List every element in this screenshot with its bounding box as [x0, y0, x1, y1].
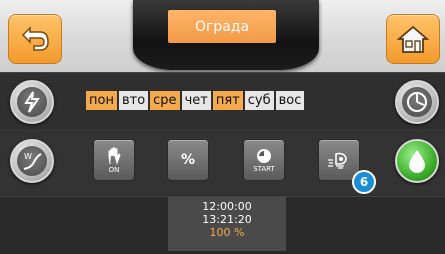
lightning-icon: [24, 91, 40, 113]
day-thu[interactable]: чет: [181, 91, 211, 110]
water-drop-icon: [409, 150, 425, 173]
clock-pie-icon: [407, 92, 427, 112]
home-icon: [396, 25, 430, 53]
percent-button[interactable]: %: [167, 139, 209, 181]
power-button[interactable]: [10, 80, 54, 124]
hand-icon: [108, 147, 121, 165]
day-fri[interactable]: пят: [212, 91, 243, 110]
water-button[interactable]: [395, 139, 439, 183]
back-arrow-icon: [21, 26, 49, 51]
manual-on-label: ON: [108, 165, 120, 174]
percent-label: %: [180, 152, 196, 168]
sprinkler-icon: [328, 152, 347, 169]
weather-curve-icon: W: [23, 152, 42, 170]
progress-percent: 100 %: [209, 226, 245, 239]
day-tue[interactable]: вто: [118, 91, 149, 110]
day-sun[interactable]: вос: [275, 91, 305, 110]
schedule-button[interactable]: [395, 80, 439, 124]
day-wed[interactable]: сре: [150, 91, 180, 110]
start-button[interactable]: START: [243, 139, 285, 181]
back-button[interactable]: [8, 14, 62, 64]
home-button[interactable]: [386, 14, 440, 64]
weekday-selector: пон вто сре чет пят суб вос: [86, 91, 305, 110]
day-sat[interactable]: суб: [244, 91, 274, 110]
page-title: Ограда: [168, 10, 276, 43]
weather-curve-button[interactable]: W: [10, 139, 54, 183]
info-panel: 12:00:00 13:21:20 100 %: [168, 197, 286, 251]
sprinkler-count-badge: 6: [352, 170, 376, 194]
manual-on-button[interactable]: ON: [93, 139, 135, 181]
start-label: START: [253, 164, 275, 173]
time-start: 12:00:00: [202, 200, 252, 213]
controls-row: [0, 129, 445, 195]
time-current: 13:21:20: [202, 213, 252, 226]
day-mon[interactable]: пон: [86, 91, 117, 110]
clock-icon: [257, 148, 271, 163]
svg-text:W: W: [24, 152, 32, 161]
